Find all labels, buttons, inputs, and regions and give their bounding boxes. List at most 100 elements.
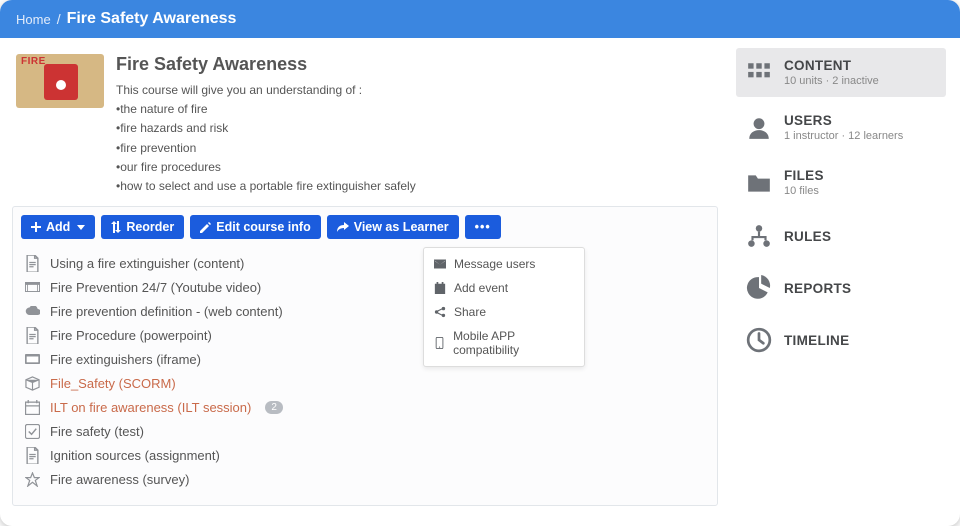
folder-icon <box>746 170 772 196</box>
clock-icon <box>746 327 772 353</box>
sidebar-item-rules[interactable]: RULES <box>736 213 946 259</box>
course-bullet: •fire hazards and risk <box>116 119 416 138</box>
menu-add-event[interactable]: Add event <box>424 276 584 300</box>
reorder-icon <box>111 221 121 233</box>
course-thumbnail: FIRE <box>16 54 104 108</box>
sidebar-sub: 10 files <box>784 185 824 197</box>
calendar-icon <box>434 282 446 294</box>
edit-course-button[interactable]: Edit course info <box>190 215 320 239</box>
breadcrumb-sep: / <box>57 11 61 27</box>
main-column: FIRE Fire Safety Awareness This course w… <box>0 38 728 526</box>
add-label: Add <box>46 220 70 234</box>
menu-label: Message users <box>454 257 535 271</box>
sidebar-item-timeline[interactable]: TIMELINE <box>736 317 946 363</box>
view-label: View as Learner <box>354 220 449 234</box>
menu-label: Share <box>454 305 486 319</box>
content-title: Fire Procedure (powerpoint) <box>50 328 212 343</box>
add-button[interactable]: Add <box>21 215 95 239</box>
sidebar-label: USERS <box>784 113 903 128</box>
content-panel: Add Reorder Edit course info View as Lea… <box>12 206 718 506</box>
sidebar: CONTENT 10 units · 2 inactive USERS 1 in… <box>728 38 960 526</box>
course-header: FIRE Fire Safety Awareness This course w… <box>16 54 718 196</box>
star-icon <box>25 472 40 487</box>
content-row[interactable]: Fire Procedure (powerpoint) <box>25 323 705 347</box>
reorder-label: Reorder <box>126 220 174 234</box>
reorder-button[interactable]: Reorder <box>101 215 184 239</box>
more-button[interactable]: ••• <box>465 215 501 239</box>
content-row[interactable]: Fire awareness (survey) <box>25 467 705 491</box>
content-title: Fire prevention definition - (web conten… <box>50 304 283 319</box>
plus-icon <box>31 222 41 232</box>
menu-label: Add event <box>454 281 508 295</box>
content-title: Fire extinguishers (iframe) <box>50 352 201 367</box>
pencil-icon <box>200 222 211 233</box>
content-title: Fire Prevention 24/7 (Youtube video) <box>50 280 261 295</box>
view-learner-button[interactable]: View as Learner <box>327 215 459 239</box>
course-intro: This course will give you an understandi… <box>116 81 416 100</box>
breadcrumb-home[interactable]: Home <box>16 12 51 27</box>
content-row[interactable]: Fire extinguishers (iframe) <box>25 347 705 371</box>
sidebar-label: REPORTS <box>784 281 851 296</box>
content-title: Using a fire extinguisher (content) <box>50 256 244 271</box>
content-list: Using a fire extinguisher (content) Fire … <box>21 251 709 497</box>
sidebar-item-reports[interactable]: REPORTS <box>736 265 946 311</box>
breadcrumb-current: Fire Safety Awareness <box>67 10 237 28</box>
user-icon <box>746 115 772 141</box>
doc-icon <box>25 256 40 271</box>
rules-icon <box>746 223 772 249</box>
content-row[interactable]: File_Safety (SCORM) <box>25 371 705 395</box>
app-window: Home / Fire Safety Awareness FIRE Fire S… <box>0 0 960 526</box>
package-icon <box>25 376 40 391</box>
check-icon <box>25 424 40 439</box>
envelope-icon <box>434 258 446 270</box>
course-bullet: •fire prevention <box>116 139 416 158</box>
content-title: Fire safety (test) <box>50 424 144 439</box>
content-title: Ignition sources (assignment) <box>50 448 220 463</box>
course-info: Fire Safety Awareness This course will g… <box>116 54 416 196</box>
thumb-caption: FIRE <box>21 56 46 67</box>
sidebar-item-files[interactable]: FILES 10 files <box>736 158 946 207</box>
content-title: ILT on fire awareness (ILT session) <box>50 400 251 415</box>
video-icon <box>25 280 40 295</box>
content-row[interactable]: Using a fire extinguisher (content) <box>25 251 705 275</box>
more-icon: ••• <box>475 220 491 234</box>
calendar-icon <box>25 400 40 415</box>
page-title: Fire Safety Awareness <box>116 54 416 75</box>
course-bullet: •our fire procedures <box>116 158 416 177</box>
sidebar-label: RULES <box>784 229 831 244</box>
mobile-icon <box>434 337 445 349</box>
sidebar-item-content[interactable]: CONTENT 10 units · 2 inactive <box>736 48 946 97</box>
sidebar-sub: 1 instructor · 12 learners <box>784 130 903 142</box>
content-title: Fire awareness (survey) <box>50 472 189 487</box>
more-menu: Message users Add event Share Mobile APP… <box>423 247 585 367</box>
count-badge: 2 <box>265 401 283 414</box>
doc-icon <box>25 328 40 343</box>
edit-label: Edit course info <box>216 220 310 234</box>
sidebar-label: FILES <box>784 168 824 183</box>
doc-icon <box>25 448 40 463</box>
toolbar: Add Reorder Edit course info View as Lea… <box>21 215 709 239</box>
sidebar-sub: 10 units · 2 inactive <box>784 75 879 87</box>
sidebar-label: CONTENT <box>784 58 879 73</box>
content-row[interactable]: Fire safety (test) <box>25 419 705 443</box>
content-row[interactable]: Fire Prevention 24/7 (Youtube video) <box>25 275 705 299</box>
content-row[interactable]: Ignition sources (assignment) <box>25 443 705 467</box>
content-row[interactable]: Fire prevention definition - (web conten… <box>25 299 705 323</box>
course-description: This course will give you an understandi… <box>116 81 416 196</box>
page-body: FIRE Fire Safety Awareness This course w… <box>0 38 960 526</box>
course-bullet: •the nature of fire <box>116 100 416 119</box>
course-bullet: •how to select and use a portable fire e… <box>116 177 416 196</box>
menu-mobile-compat[interactable]: Mobile APP compatibility <box>424 324 584 362</box>
menu-share[interactable]: Share <box>424 300 584 324</box>
share-icon <box>434 306 446 318</box>
iframe-icon <box>25 352 40 367</box>
reports-icon <box>746 275 772 301</box>
content-title: File_Safety (SCORM) <box>50 376 176 391</box>
share-arrow-icon <box>337 222 349 232</box>
content-row[interactable]: ILT on fire awareness (ILT session) 2 <box>25 395 705 419</box>
caret-down-icon <box>77 225 85 230</box>
sidebar-item-users[interactable]: USERS 1 instructor · 12 learners <box>736 103 946 152</box>
menu-message-users[interactable]: Message users <box>424 252 584 276</box>
grid-icon <box>746 60 772 86</box>
breadcrumb: Home / Fire Safety Awareness <box>0 0 960 38</box>
